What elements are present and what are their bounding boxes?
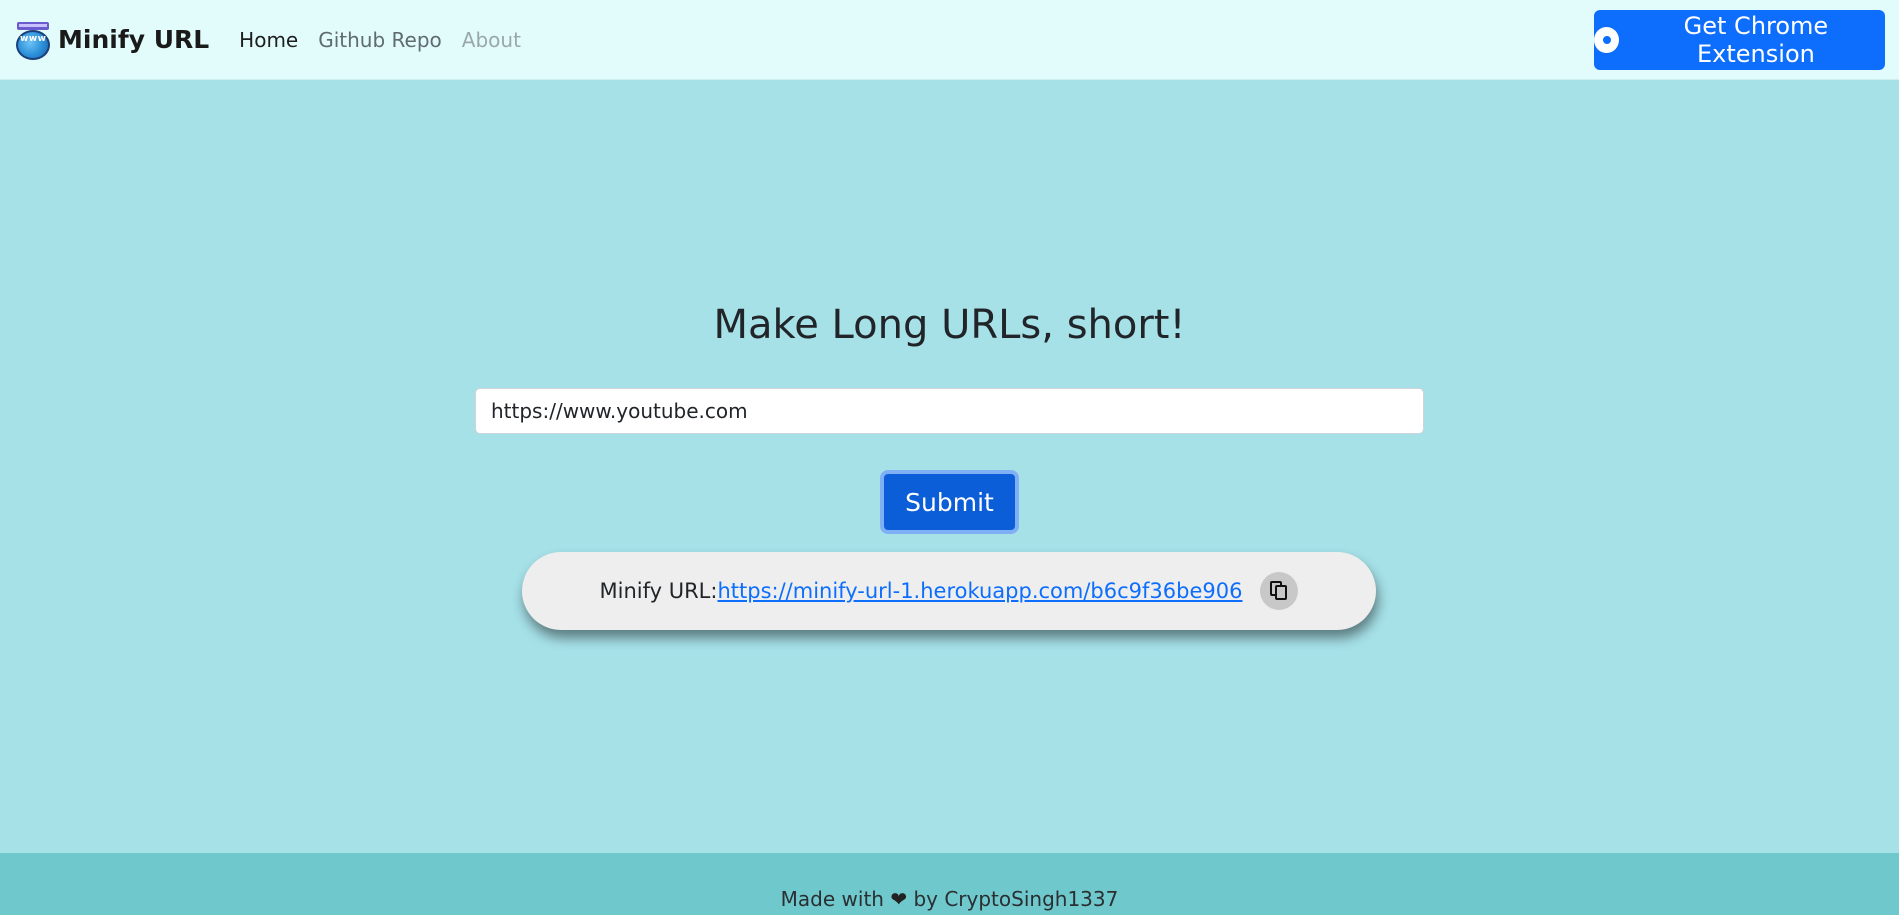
- footer: Made with ❤ by CryptoSingh1337: [0, 853, 1899, 915]
- chrome-icon: [1594, 27, 1619, 53]
- copy-icon: [1270, 581, 1288, 601]
- nav-link-home[interactable]: Home: [239, 28, 298, 52]
- nav-link-about[interactable]: About: [462, 28, 521, 52]
- get-chrome-extension-button[interactable]: Get Chrome Extension: [1594, 10, 1885, 70]
- brand-link[interactable]: www Minify URL: [14, 20, 209, 60]
- main-content: Make Long URLs, short! Submit Minify URL…: [0, 80, 1899, 853]
- footer-prefix: Made with: [780, 887, 884, 911]
- navbar: www Minify URL Home Github Repo About Ge…: [0, 0, 1899, 80]
- result-label: Minify URL:: [599, 579, 718, 603]
- nav-link-github-repo[interactable]: Github Repo: [318, 28, 442, 52]
- heart-icon: ❤: [890, 887, 908, 911]
- logo-text: www: [20, 33, 47, 44]
- get-chrome-extension-label: Get Chrome Extension: [1683, 12, 1829, 68]
- url-input[interactable]: [475, 388, 1424, 434]
- submit-button[interactable]: Submit: [880, 470, 1019, 534]
- footer-author: by CryptoSingh1337: [913, 887, 1119, 911]
- logo-window-bar: [17, 21, 49, 30]
- copy-button[interactable]: [1260, 572, 1299, 610]
- nav-links: Home Github Repo About: [239, 28, 541, 52]
- short-url-link[interactable]: https://minify-url-1.herokuapp.com/b6c9f…: [717, 579, 1242, 603]
- result-card: Minify URL: https://minify-url-1.herokua…: [522, 552, 1376, 630]
- footer-text: Made with ❤ by CryptoSingh1337: [0, 887, 1899, 911]
- page-heading: Make Long URLs, short!: [713, 302, 1186, 348]
- brand-name: Minify URL: [58, 25, 210, 54]
- logo-icon: www: [14, 20, 52, 60]
